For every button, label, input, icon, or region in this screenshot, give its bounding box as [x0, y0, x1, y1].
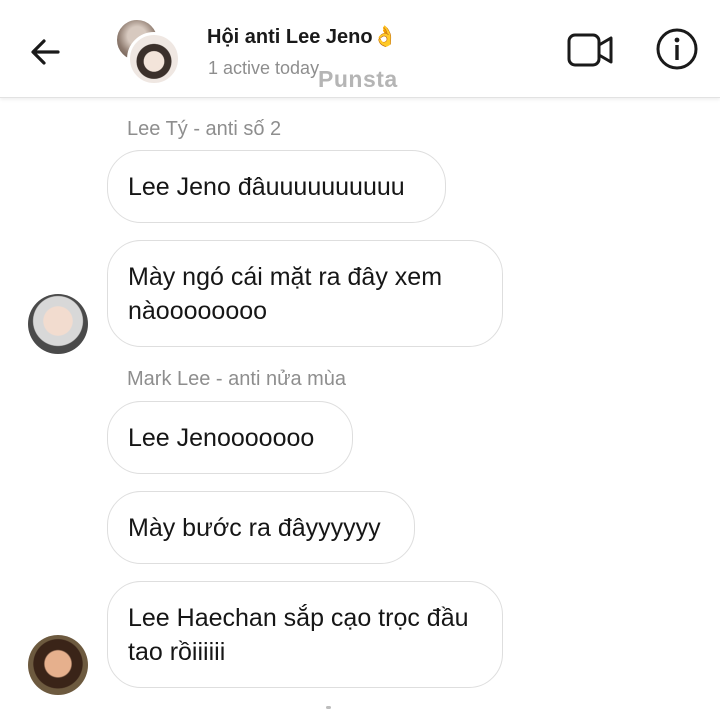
- video-call-icon: [567, 33, 613, 67]
- divider-dot: [326, 706, 331, 709]
- message-bubble[interactable]: Lee Jenooooooo: [107, 401, 353, 474]
- group-avatar-front: [127, 32, 181, 86]
- message-bubble[interactable]: Lee Jeno đâuuuuuuuuuu: [107, 150, 446, 223]
- sender-avatar[interactable]: [28, 294, 88, 354]
- message-bubble[interactable]: Lee Haechan sắp cạo trọc đầu tao rồiiiii…: [107, 581, 503, 688]
- active-status: 1 active today: [208, 58, 320, 78]
- chat-title[interactable]: Hội anti Lee Jeno👌: [207, 24, 398, 49]
- info-icon: [656, 28, 698, 70]
- video-call-button[interactable]: [566, 30, 616, 70]
- message-bubble[interactable]: Mày ngó cái mặt ra đây xem nàoooooooo: [107, 240, 503, 347]
- sender-name: Mark Lee - anti nửa mùa: [127, 368, 347, 390]
- chat-header: Hội anti Lee Jeno👌 1 active today Punsta: [0, 0, 720, 98]
- message-text: Mày bước ra đâyyyyyy: [128, 513, 381, 542]
- watermark: Punsta: [318, 66, 398, 92]
- message-text: Mày ngó cái mặt ra đây xem nàoooooooo: [128, 262, 443, 325]
- message-text: Lee Haechan sắp cạo trọc đầu tao rồiiiii…: [128, 603, 469, 666]
- chat-title-text: Hội anti Lee Jeno: [207, 26, 373, 48]
- message-text: Lee Jenooooooo: [128, 423, 315, 452]
- back-button[interactable]: [24, 30, 68, 74]
- sender-avatar[interactable]: [28, 635, 88, 695]
- group-avatar[interactable]: [115, 18, 181, 86]
- message-bubble[interactable]: Mày bước ra đâyyyyyy: [107, 491, 415, 564]
- info-button[interactable]: [654, 26, 700, 72]
- message-text: Lee Jeno đâuuuuuuuuuu: [128, 172, 405, 201]
- back-arrow-icon: [31, 39, 60, 65]
- sender-name: Lee Tý - anti số 2: [127, 118, 282, 140]
- ok-hand-emoji: 👌: [372, 26, 398, 48]
